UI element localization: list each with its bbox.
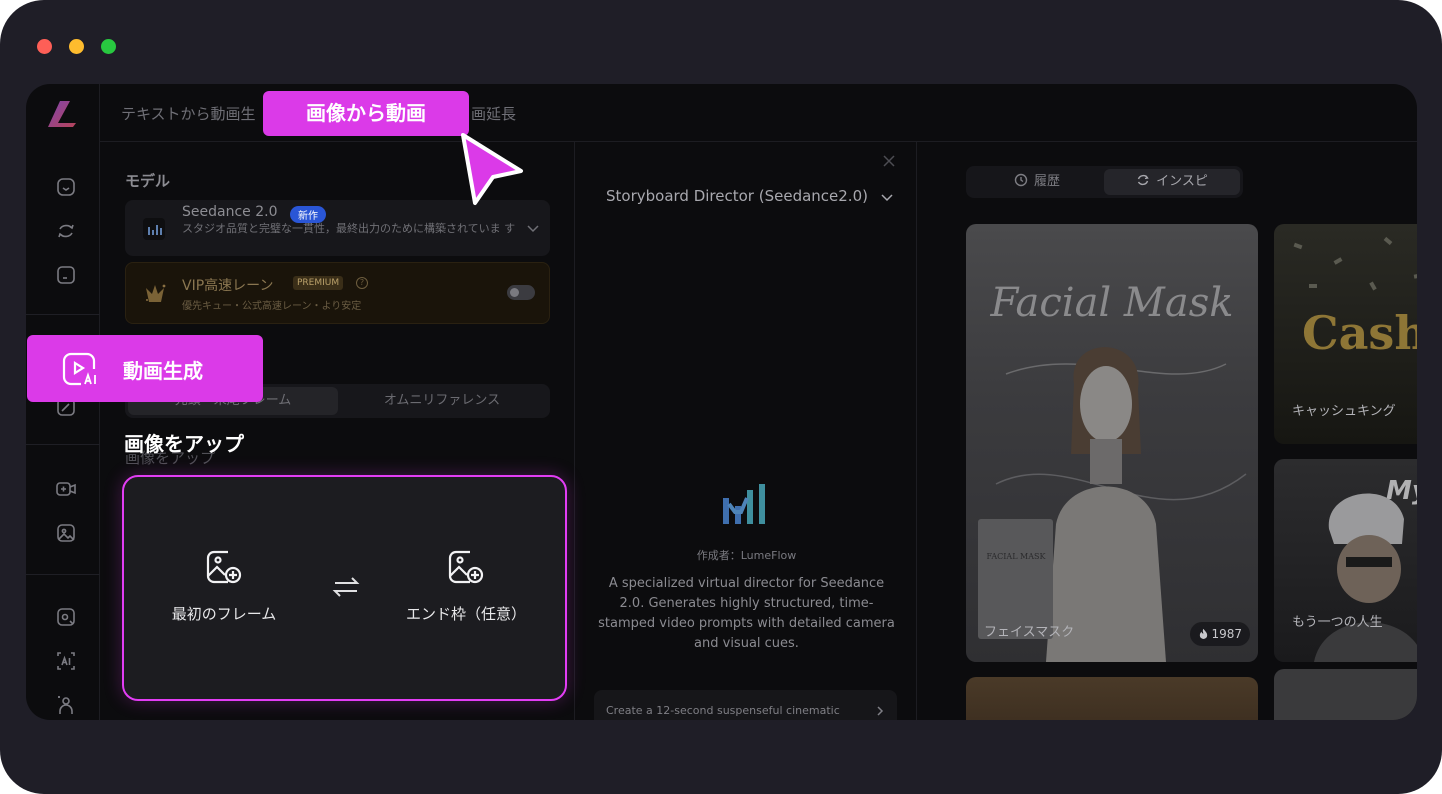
image-add-icon [206,550,242,584]
vip-toggle[interactable] [507,285,535,300]
ai-text-icon[interactable] [55,650,77,672]
tab-extend[interactable]: 画延長 [471,103,516,124]
likes-counter: 1987 [1190,622,1250,646]
image-icon[interactable] [55,522,77,544]
end-frame-label: エンド枠（任意） [405,605,526,623]
home-icon[interactable] [55,176,77,198]
likes-count: 1987 [1211,627,1242,641]
vip-crown-icon [146,284,166,302]
vip-fast-lane: VIP高速レーン PREMIUM ? 優先キュー・公式高速レーン・より安定 [125,262,550,324]
gallery-card[interactable] [966,677,1258,720]
first-frame-upload[interactable]: 最初のフレーム [144,547,304,624]
photo-edit-icon[interactable] [55,606,77,628]
video-add-icon[interactable] [55,478,77,500]
refresh-icon[interactable] [55,220,77,242]
tab-history[interactable]: 履歴 [969,169,1105,195]
first-frame-label: 最初のフレーム [171,605,277,623]
model-section-label: モデル [125,172,171,190]
sync-icon [1137,174,1149,186]
help-icon[interactable]: ? [356,277,368,289]
image-add-icon [448,550,484,584]
app-window: テキストから動画生 画延長 モデル Seedance 2.0 新作 スタジオ品質… [26,84,1417,720]
tab-text-to-video[interactable]: テキストから動画生 [121,103,256,124]
tab-inspiration-label: インスピ [1156,174,1208,189]
close-icon[interactable] [882,154,896,168]
close-window-button[interactable] [37,39,52,54]
vip-name: VIP高速レーン [182,278,274,294]
model-icon [143,218,165,240]
card-overlay-title: Facial Mask [989,280,1233,326]
chevron-down-icon [527,225,539,233]
sidebar-divider [26,444,100,445]
gallery-card[interactable]: My もう一つの人生 [1274,459,1417,662]
premium-badge: PREMIUM [293,276,344,290]
settings-panel: モデル Seedance 2.0 新作 スタジオ品質と完璧な一貫性，最終出力のた… [100,142,575,720]
minimize-window-button[interactable] [69,39,84,54]
history-icon [1014,173,1028,187]
upload-area: 最初のフレーム エンド枠（任意） [122,475,567,701]
facial-mask-thumbnail: Facial Mask FACIAL MASK [978,280,1247,662]
sidebar-divider [26,574,100,575]
card-overlay-title: Cash [1302,306,1417,360]
chevron-right-icon [877,706,884,716]
agent-selector[interactable]: Storyboard Director (Seedance2.0) [606,187,868,205]
card-label: キャッシュキング [1292,404,1396,419]
app-logo-icon[interactable] [46,99,82,127]
sidebar-item-label: 動画生成 [123,359,203,383]
agent-description: A specialized virtual director for Seeda… [598,576,895,651]
new-badge: 新作 [290,206,326,223]
avatar-icon[interactable] [55,694,77,716]
cursor-pointer-icon [461,133,523,205]
gallery-tabs: 履歴 インスピ [966,166,1243,198]
sidebar [26,84,100,720]
chevron-down-icon[interactable] [880,190,894,204]
vip-description: 優先キュー・公式高速レーン・より安定 [182,301,362,312]
suggested-prompt[interactable]: Create a 12-second suspenseful cinematic [594,690,897,720]
folder-icon[interactable] [55,264,77,286]
model-description: スタジオ品質と完璧な一貫性，最終出力のために構築されていま す [182,222,516,235]
end-frame-upload[interactable]: エンド枠（任意） [386,547,546,624]
upload-title-callout: 画像をアップ [124,432,244,456]
model-name: Seedance 2.0 [182,204,278,220]
tab-inspiration[interactable]: インスピ [1104,169,1240,195]
card-label: フェイスマスク [984,625,1075,640]
gallery-card[interactable]: Facial Mask FACIAL MASK フェイスマスク 1987 [966,224,1258,662]
zoom-window-button[interactable] [101,39,116,54]
product-text: FACIAL MASK [987,552,1047,561]
tab-image-to-video[interactable]: 画像から動画 [263,91,469,136]
suggested-prompt-text: Create a 12-second suspenseful cinematic [606,704,840,717]
gallery-card[interactable]: Cash キャッシュキング [1274,224,1417,444]
sidebar-item-video-generation[interactable]: 動画生成 [27,335,263,402]
swap-icon[interactable] [332,573,360,601]
inspiration-gallery: 履歴 インスピ Facial Mask FACIAL MASK フェイスマスク … [918,142,1417,720]
tab-history-label: 履歴 [1033,174,1060,189]
flame-icon [1200,628,1208,639]
device-frame: テキストから動画生 画延長 モデル Seedance 2.0 新作 スタジオ品質… [0,0,1442,794]
agent-author: 作成者：LumeFlow [696,549,797,562]
tab-omni-reference[interactable]: オムニリファレンス [337,387,547,415]
card-label: もう一つの人生 [1292,615,1383,630]
agent-panel: Storyboard Director (Seedance2.0) 作成者：Lu… [576,142,917,720]
lumeflow-logo-icon [723,484,765,524]
model-selector[interactable]: Seedance 2.0 新作 スタジオ品質と完璧な一貫性，最終出力のために構築… [125,200,550,256]
sidebar-divider [26,314,100,315]
gallery-card[interactable] [1274,669,1417,720]
chef-thumbnail: My [1314,476,1417,662]
video-ai-icon [62,352,96,386]
